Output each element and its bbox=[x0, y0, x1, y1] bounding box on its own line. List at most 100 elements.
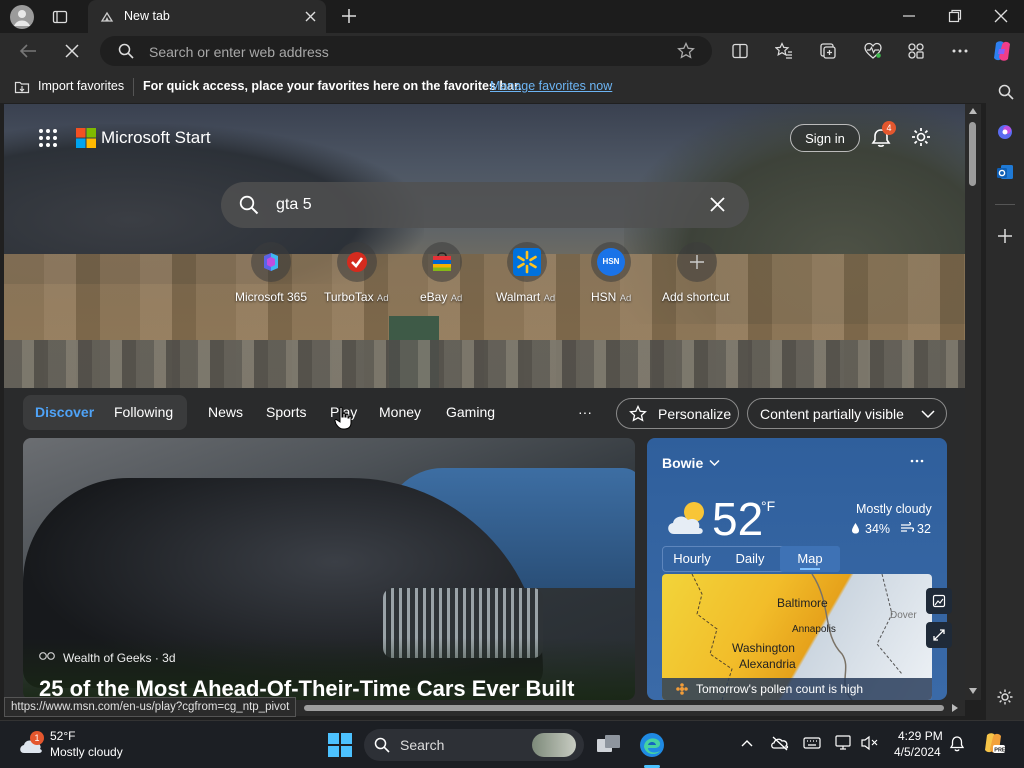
weather-location[interactable]: Bowie bbox=[662, 455, 703, 471]
taskbar-search-box[interactable]: Search bbox=[364, 729, 584, 761]
restore-button[interactable] bbox=[948, 9, 962, 23]
onedrive-icon[interactable] bbox=[770, 735, 790, 751]
weather-card[interactable]: Bowie 52 °F Mostly cloudy 34% 32 Hourly … bbox=[647, 438, 952, 700]
show-hidden-icons-chevron-up-icon[interactable] bbox=[741, 739, 753, 747]
page-settings-gear-icon[interactable] bbox=[910, 126, 932, 148]
location-chevron-down-icon[interactable] bbox=[709, 459, 720, 467]
microsoft-logo-icon bbox=[76, 128, 96, 148]
sidebar-search-icon[interactable] bbox=[998, 84, 1014, 100]
manage-favorites-link[interactable]: Manage favorites now bbox=[490, 79, 612, 93]
sidebar-outlook-icon[interactable] bbox=[995, 162, 1015, 182]
import-favorites-link[interactable]: Import favorites bbox=[38, 79, 124, 93]
tab-discover[interactable]: Discover bbox=[35, 404, 94, 420]
weather-tab-daily[interactable]: Daily bbox=[722, 546, 778, 572]
new-tab-button[interactable] bbox=[340, 7, 358, 25]
network-icon[interactable] bbox=[835, 735, 853, 751]
windows-taskbar: 1 52°F Mostly cloudy Search 4:29 PM 4/5/… bbox=[0, 720, 1024, 768]
hero-article-card[interactable]: Wealth of Geeks · 3d 25 of the Most Ahea… bbox=[23, 438, 635, 700]
shortcut-turbotax[interactable] bbox=[337, 242, 377, 282]
tab-following[interactable]: Following bbox=[114, 404, 173, 420]
weather-radar-map[interactable]: Baltimore Annapolis Washington Alexandri… bbox=[662, 574, 932, 700]
content-visibility-dropdown[interactable]: Content partially visible bbox=[747, 398, 947, 429]
add-shortcut-button[interactable] bbox=[677, 242, 717, 282]
favorite-star-icon[interactable] bbox=[677, 42, 695, 60]
scroll-up-arrow-icon[interactable] bbox=[969, 108, 977, 114]
personalize-star-icon bbox=[629, 405, 647, 423]
copilot-icon[interactable] bbox=[990, 39, 1014, 63]
keyboard-icon[interactable] bbox=[803, 736, 821, 750]
clock-date[interactable]: 4/5/2024 bbox=[894, 745, 941, 759]
favorites-bar-message: For quick access, place your favorites h… bbox=[143, 79, 522, 93]
content-visibility-label: Content partially visible bbox=[760, 406, 904, 422]
web-search-value: gta 5 bbox=[276, 196, 312, 213]
mouse-pointer-hand-icon bbox=[334, 406, 352, 430]
profile-avatar[interactable] bbox=[10, 5, 34, 29]
sign-in-button[interactable]: Sign in bbox=[790, 124, 860, 152]
close-tab-icon[interactable] bbox=[304, 10, 317, 23]
tab-actions-icon[interactable] bbox=[52, 9, 68, 25]
settings-more-icon[interactable] bbox=[951, 42, 969, 60]
collections-icon[interactable] bbox=[819, 42, 837, 60]
weather-more-options-icon[interactable] bbox=[910, 458, 924, 464]
shortcut-label-ebay: eBay Ad bbox=[420, 290, 463, 304]
source-logo-icon bbox=[39, 651, 55, 661]
shortcut-hsn[interactable]: HSN bbox=[591, 242, 631, 282]
shortcut-walmart[interactable] bbox=[507, 242, 547, 282]
map-layers-button[interactable] bbox=[926, 588, 952, 614]
volume-muted-icon[interactable] bbox=[860, 735, 878, 751]
tab-news[interactable]: News bbox=[208, 404, 243, 420]
pollen-flower-icon bbox=[676, 683, 688, 695]
article-source: Wealth of Geeks · 3d bbox=[63, 651, 176, 665]
scroll-down-arrow-icon[interactable] bbox=[969, 688, 977, 694]
vertical-scrollbar[interactable] bbox=[965, 104, 981, 700]
shortcut-label-hsn: HSN Ad bbox=[591, 290, 632, 304]
more-tabs-button[interactable]: ··· bbox=[578, 404, 592, 420]
tab-sports[interactable]: Sports bbox=[266, 404, 306, 420]
import-favorites-icon[interactable] bbox=[14, 79, 30, 94]
sidebar-add-icon[interactable] bbox=[997, 228, 1013, 244]
scroll-right-arrow-icon[interactable] bbox=[952, 704, 958, 712]
browser-essentials-icon[interactable] bbox=[864, 42, 882, 60]
weather-tab-hourly[interactable]: Hourly bbox=[662, 546, 722, 572]
clock-time[interactable]: 4:29 PM bbox=[898, 729, 943, 743]
horizontal-scroll-thumb[interactable] bbox=[304, 705, 944, 711]
edge-sidebar bbox=[986, 70, 1024, 720]
taskbar-weather-text: Mostly cloudy bbox=[50, 745, 123, 759]
minimize-button[interactable] bbox=[902, 9, 916, 23]
shortcut-microsoft365[interactable] bbox=[251, 242, 291, 282]
clear-search-icon[interactable] bbox=[709, 196, 726, 213]
web-search-box[interactable]: gta 5 bbox=[221, 182, 749, 228]
shortcut-label-add: Add shortcut bbox=[662, 290, 730, 304]
app-launcher-icon[interactable] bbox=[38, 128, 58, 148]
tab-title: New tab bbox=[124, 9, 170, 23]
brand-title[interactable]: Microsoft Start bbox=[101, 128, 211, 148]
favorites-icon[interactable] bbox=[775, 42, 793, 60]
shortcut-ebay[interactable] bbox=[422, 242, 462, 282]
back-button[interactable] bbox=[18, 42, 38, 60]
personalize-button[interactable]: Personalize bbox=[616, 398, 739, 429]
vertical-scroll-thumb[interactable] bbox=[969, 122, 976, 186]
taskbar-edge-icon[interactable] bbox=[638, 731, 666, 759]
sidebar-settings-icon[interactable] bbox=[996, 688, 1014, 706]
tab-money[interactable]: Money bbox=[379, 404, 421, 420]
address-bar[interactable]: Search or enter web address bbox=[100, 36, 712, 66]
stop-loading-button[interactable] bbox=[63, 42, 81, 60]
split-screen-icon[interactable] bbox=[731, 42, 749, 60]
pollen-banner[interactable]: Tomorrow's pollen count is high bbox=[662, 678, 932, 700]
notification-center-bell-icon[interactable] bbox=[949, 735, 965, 753]
map-label-alexandria: Alexandria bbox=[739, 657, 796, 671]
taskbar-search-label: Search bbox=[400, 737, 445, 753]
map-expand-button[interactable] bbox=[926, 622, 952, 648]
task-view-icon[interactable] bbox=[596, 733, 622, 757]
tab-gaming[interactable]: Gaming bbox=[446, 404, 495, 420]
taskbar-weather-widget[interactable]: 1 52°F Mostly cloudy bbox=[14, 727, 154, 763]
taskbar-search-icon bbox=[374, 737, 390, 753]
extensions-icon[interactable] bbox=[907, 42, 925, 60]
chevron-down-icon bbox=[921, 409, 935, 419]
copilot-pre-icon[interactable]: PRE bbox=[981, 731, 1005, 755]
pollen-note: Tomorrow's pollen count is high bbox=[696, 682, 864, 696]
sidebar-copilot-icon[interactable] bbox=[995, 122, 1015, 142]
windows-start-icon[interactable] bbox=[328, 733, 352, 757]
close-window-button[interactable] bbox=[994, 9, 1008, 23]
tab-new-tab[interactable]: New tab bbox=[88, 0, 326, 33]
